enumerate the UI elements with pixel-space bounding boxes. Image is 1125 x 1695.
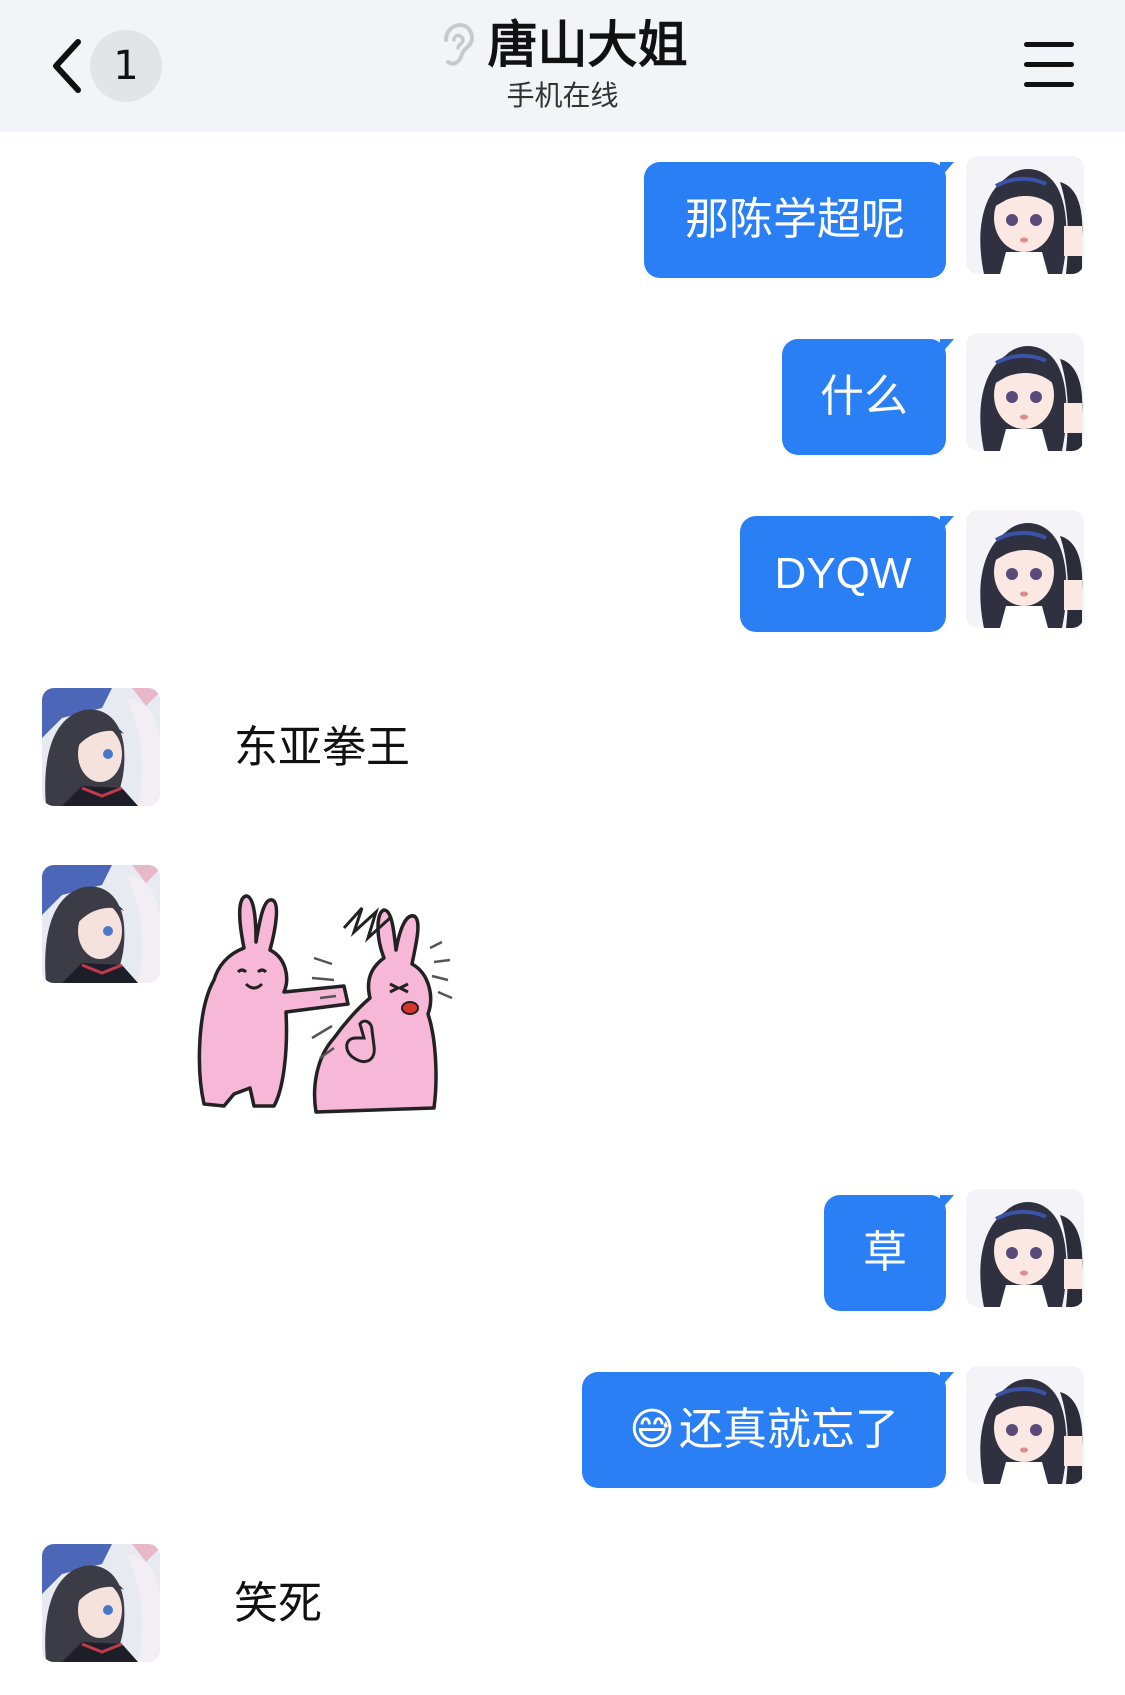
contact-avatar[interactable] [42,688,160,806]
hamburger-menu-icon[interactable] [1018,38,1076,94]
outgoing-message-bubble[interactable]: DYQW [740,516,954,632]
online-status: 手机在线 [506,79,619,112]
outgoing-message-bubble[interactable]: 😅 还真就忘了 [582,1372,954,1488]
message-text: 草 [863,1227,907,1278]
incoming-message-text[interactable]: 笑死 [234,1574,322,1634]
my-avatar[interactable] [966,510,1084,628]
chat-header: 1 唐山大姐 手机在线 [0,0,1125,132]
outgoing-message-bubble[interactable]: 什么 [782,339,954,455]
my-avatar[interactable] [966,333,1084,451]
ear-icon [443,22,474,66]
message-text: 还真就忘了 [678,1404,899,1455]
contact-avatar[interactable] [42,1544,160,1662]
my-avatar[interactable] [966,1366,1084,1484]
outgoing-message-bubble[interactable]: 那陈学超呢 [644,162,954,278]
chat-title: 唐山大姐 [487,16,688,74]
my-avatar[interactable] [966,1189,1084,1307]
message-text: 什么 [820,371,908,422]
grinning-sweat-emoji: 😅 [629,1404,675,1455]
my-avatar[interactable] [966,156,1084,274]
contact-avatar[interactable] [42,865,160,983]
message-text: 那陈学超呢 [685,194,905,245]
message-text: DYQW [774,549,912,598]
outgoing-message-bubble[interactable]: 草 [824,1195,954,1311]
incoming-message-text[interactable]: 东亚拳王 [234,718,410,778]
pink-rabbit-punch-sticker[interactable] [194,888,464,1128]
